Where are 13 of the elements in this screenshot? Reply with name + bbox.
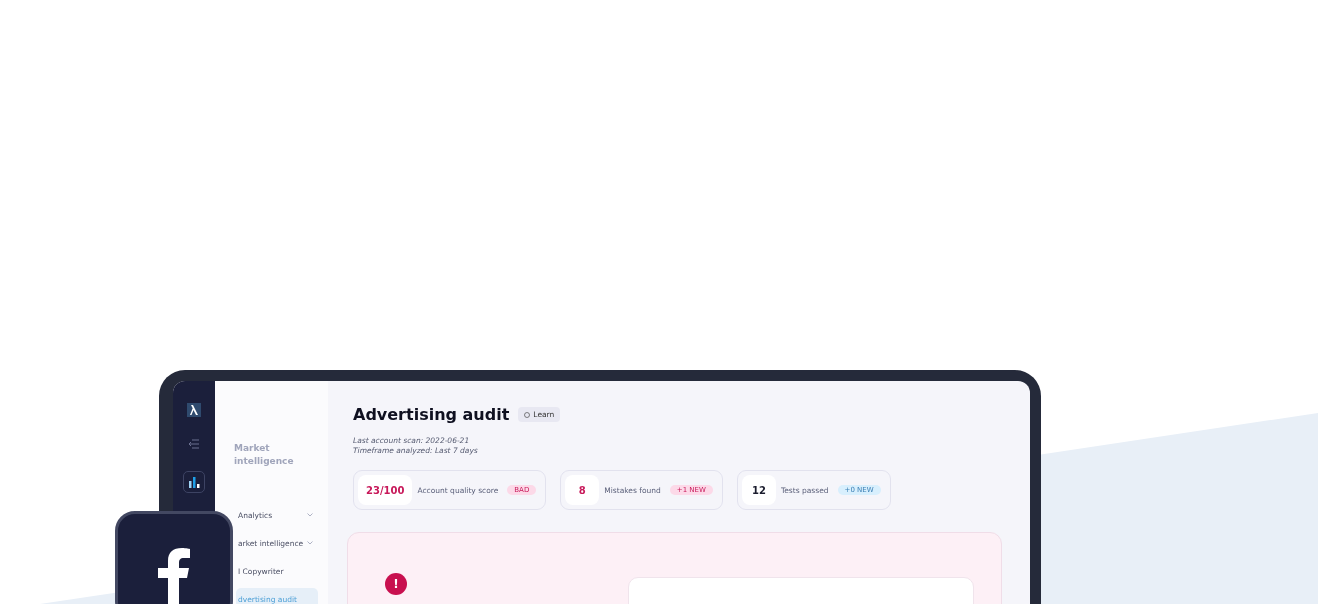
collapse-menu-icon[interactable] (188, 439, 200, 449)
analytics-button[interactable] (183, 471, 205, 493)
stat-value: 12 (741, 475, 776, 505)
logo-icon (187, 403, 201, 417)
bar-chart-icon (188, 476, 200, 488)
alert-icon: ! (385, 573, 407, 595)
sidebar-heading: Market intelligence (233, 442, 295, 468)
stat-value: 23/100 (358, 475, 413, 505)
chevron-icon (307, 541, 313, 545)
chevron-icon (307, 513, 313, 517)
page-title: Advertising audit (353, 405, 510, 424)
stat-value: 8 (565, 475, 600, 505)
info-icon (524, 411, 531, 418)
